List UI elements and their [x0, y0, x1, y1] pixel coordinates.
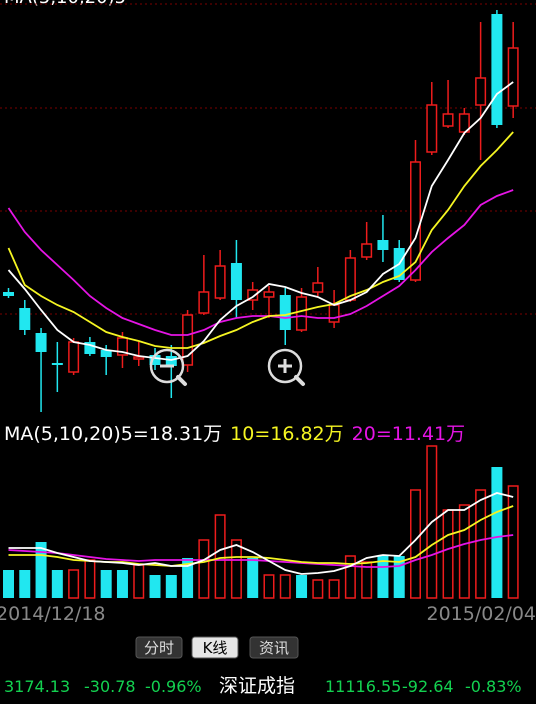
volume-bar [328, 579, 340, 599]
tab-zixun[interactable]: 资讯 [249, 636, 299, 659]
candle [361, 222, 373, 260]
candle-body [198, 291, 210, 314]
volume-bar [100, 570, 112, 598]
candle-body [263, 291, 275, 298]
ma20-line [7, 189, 514, 336]
candle [214, 250, 226, 300]
volume-bar [230, 539, 242, 599]
volume-bar [296, 575, 308, 598]
tab-zixun-label: 资讯 [259, 639, 289, 657]
sz-index-change: -92.64 [402, 677, 454, 696]
candle [51, 342, 63, 392]
candle-body [377, 240, 389, 250]
volume-legend-prefix: MA(5,10,20) [4, 423, 121, 445]
volume-bar [475, 489, 487, 599]
volume-bar [491, 467, 503, 598]
candle-body [3, 292, 14, 296]
tab-kline-label: K线 [203, 639, 228, 657]
volume-bar [84, 559, 96, 599]
volume-bar [35, 542, 47, 598]
volume-bar [312, 579, 324, 599]
zoom-out-icon[interactable] [149, 348, 187, 386]
zoom-in-icon[interactable] [267, 348, 305, 386]
volume-bar [458, 504, 470, 599]
volume-bar [68, 569, 80, 599]
kline-chart[interactable]: MA(5,10,20)5= MA(5,10,20)5=18.31万10=16.8… [0, 0, 536, 669]
sh-index-value: 3174.13 [4, 677, 71, 696]
volume-ma5-line [8, 492, 514, 575]
candle [312, 267, 324, 296]
candle [442, 80, 454, 128]
candle [3, 288, 14, 298]
sh-index-pct: -0.96% [145, 677, 202, 696]
candle-body [361, 243, 373, 258]
volume-bar [247, 558, 259, 598]
volume-ma10-value: 10=16.82万 [230, 423, 344, 445]
candle-body [328, 304, 340, 323]
volume-ma-lines [8, 492, 514, 575]
volume-bar [165, 575, 177, 598]
volume-bar [442, 509, 454, 599]
sz-index-pct: -0.83% [465, 677, 522, 696]
volume-bar [263, 574, 275, 599]
candle-body [491, 14, 503, 125]
candle [198, 255, 210, 315]
tab-fenshi[interactable]: 分时 [135, 636, 183, 659]
sh-index-change: -30.78 [84, 677, 136, 696]
sz-index-value: 11116.55 [325, 677, 402, 696]
x-label-end: 2015/02/04 [426, 603, 536, 625]
candle [182, 310, 194, 372]
candle-body [442, 113, 454, 127]
candle [475, 22, 487, 160]
candle-body [296, 296, 308, 331]
volume-ma5-value: 5=18.31万 [121, 423, 222, 445]
candle [491, 10, 503, 128]
candle [68, 338, 80, 375]
volume-bars [3, 445, 519, 599]
candle-body [279, 295, 291, 330]
candle-body [312, 282, 324, 293]
candle-body [230, 263, 242, 300]
candle-body [507, 47, 519, 107]
volume-bar [198, 539, 210, 599]
volume-bar [116, 570, 128, 598]
candle [426, 82, 438, 155]
volume-bar [344, 555, 356, 599]
candle [35, 328, 47, 412]
candle [279, 288, 291, 345]
volume-bar [279, 574, 291, 599]
candle [507, 22, 519, 118]
candle-body [51, 363, 63, 365]
volume-bar [507, 485, 519, 599]
candle [133, 342, 145, 366]
candle [19, 300, 31, 335]
tab-fenshi-label: 分时 [144, 639, 174, 657]
volume-bar [149, 575, 161, 598]
sz-index-name: 深证成指 [219, 675, 296, 697]
candle-body [35, 333, 47, 352]
volume-ma-legend: MA(5,10,20)5=18.31万 10=16.82万 20=11.41万 [4, 423, 465, 445]
candle [328, 290, 340, 328]
volume-bar [214, 514, 226, 599]
volume-bar [133, 564, 145, 599]
volume-ma20-value: 20=11.41万 [352, 423, 466, 445]
candle-body [426, 104, 438, 153]
volume-bar [51, 570, 63, 598]
price-ma-lines [7, 81, 514, 361]
index-ticker[interactable]: 3174.13 -30.78 -0.96% 深证成指 11116.55 -92.… [0, 669, 536, 704]
candle-body [68, 341, 80, 373]
grid-lines [0, 3, 536, 315]
volume-bar [3, 570, 14, 598]
candle [263, 286, 275, 318]
candle-body [475, 77, 487, 106]
candle-body [19, 308, 31, 330]
candle-body [214, 265, 226, 299]
tab-kline[interactable]: K线 [191, 636, 239, 659]
volume-ma20-line [8, 534, 514, 568]
x-label-start: 2014/12/18 [0, 603, 106, 625]
candle-body [344, 257, 356, 301]
volume-bar [19, 570, 31, 598]
candle [377, 215, 389, 262]
